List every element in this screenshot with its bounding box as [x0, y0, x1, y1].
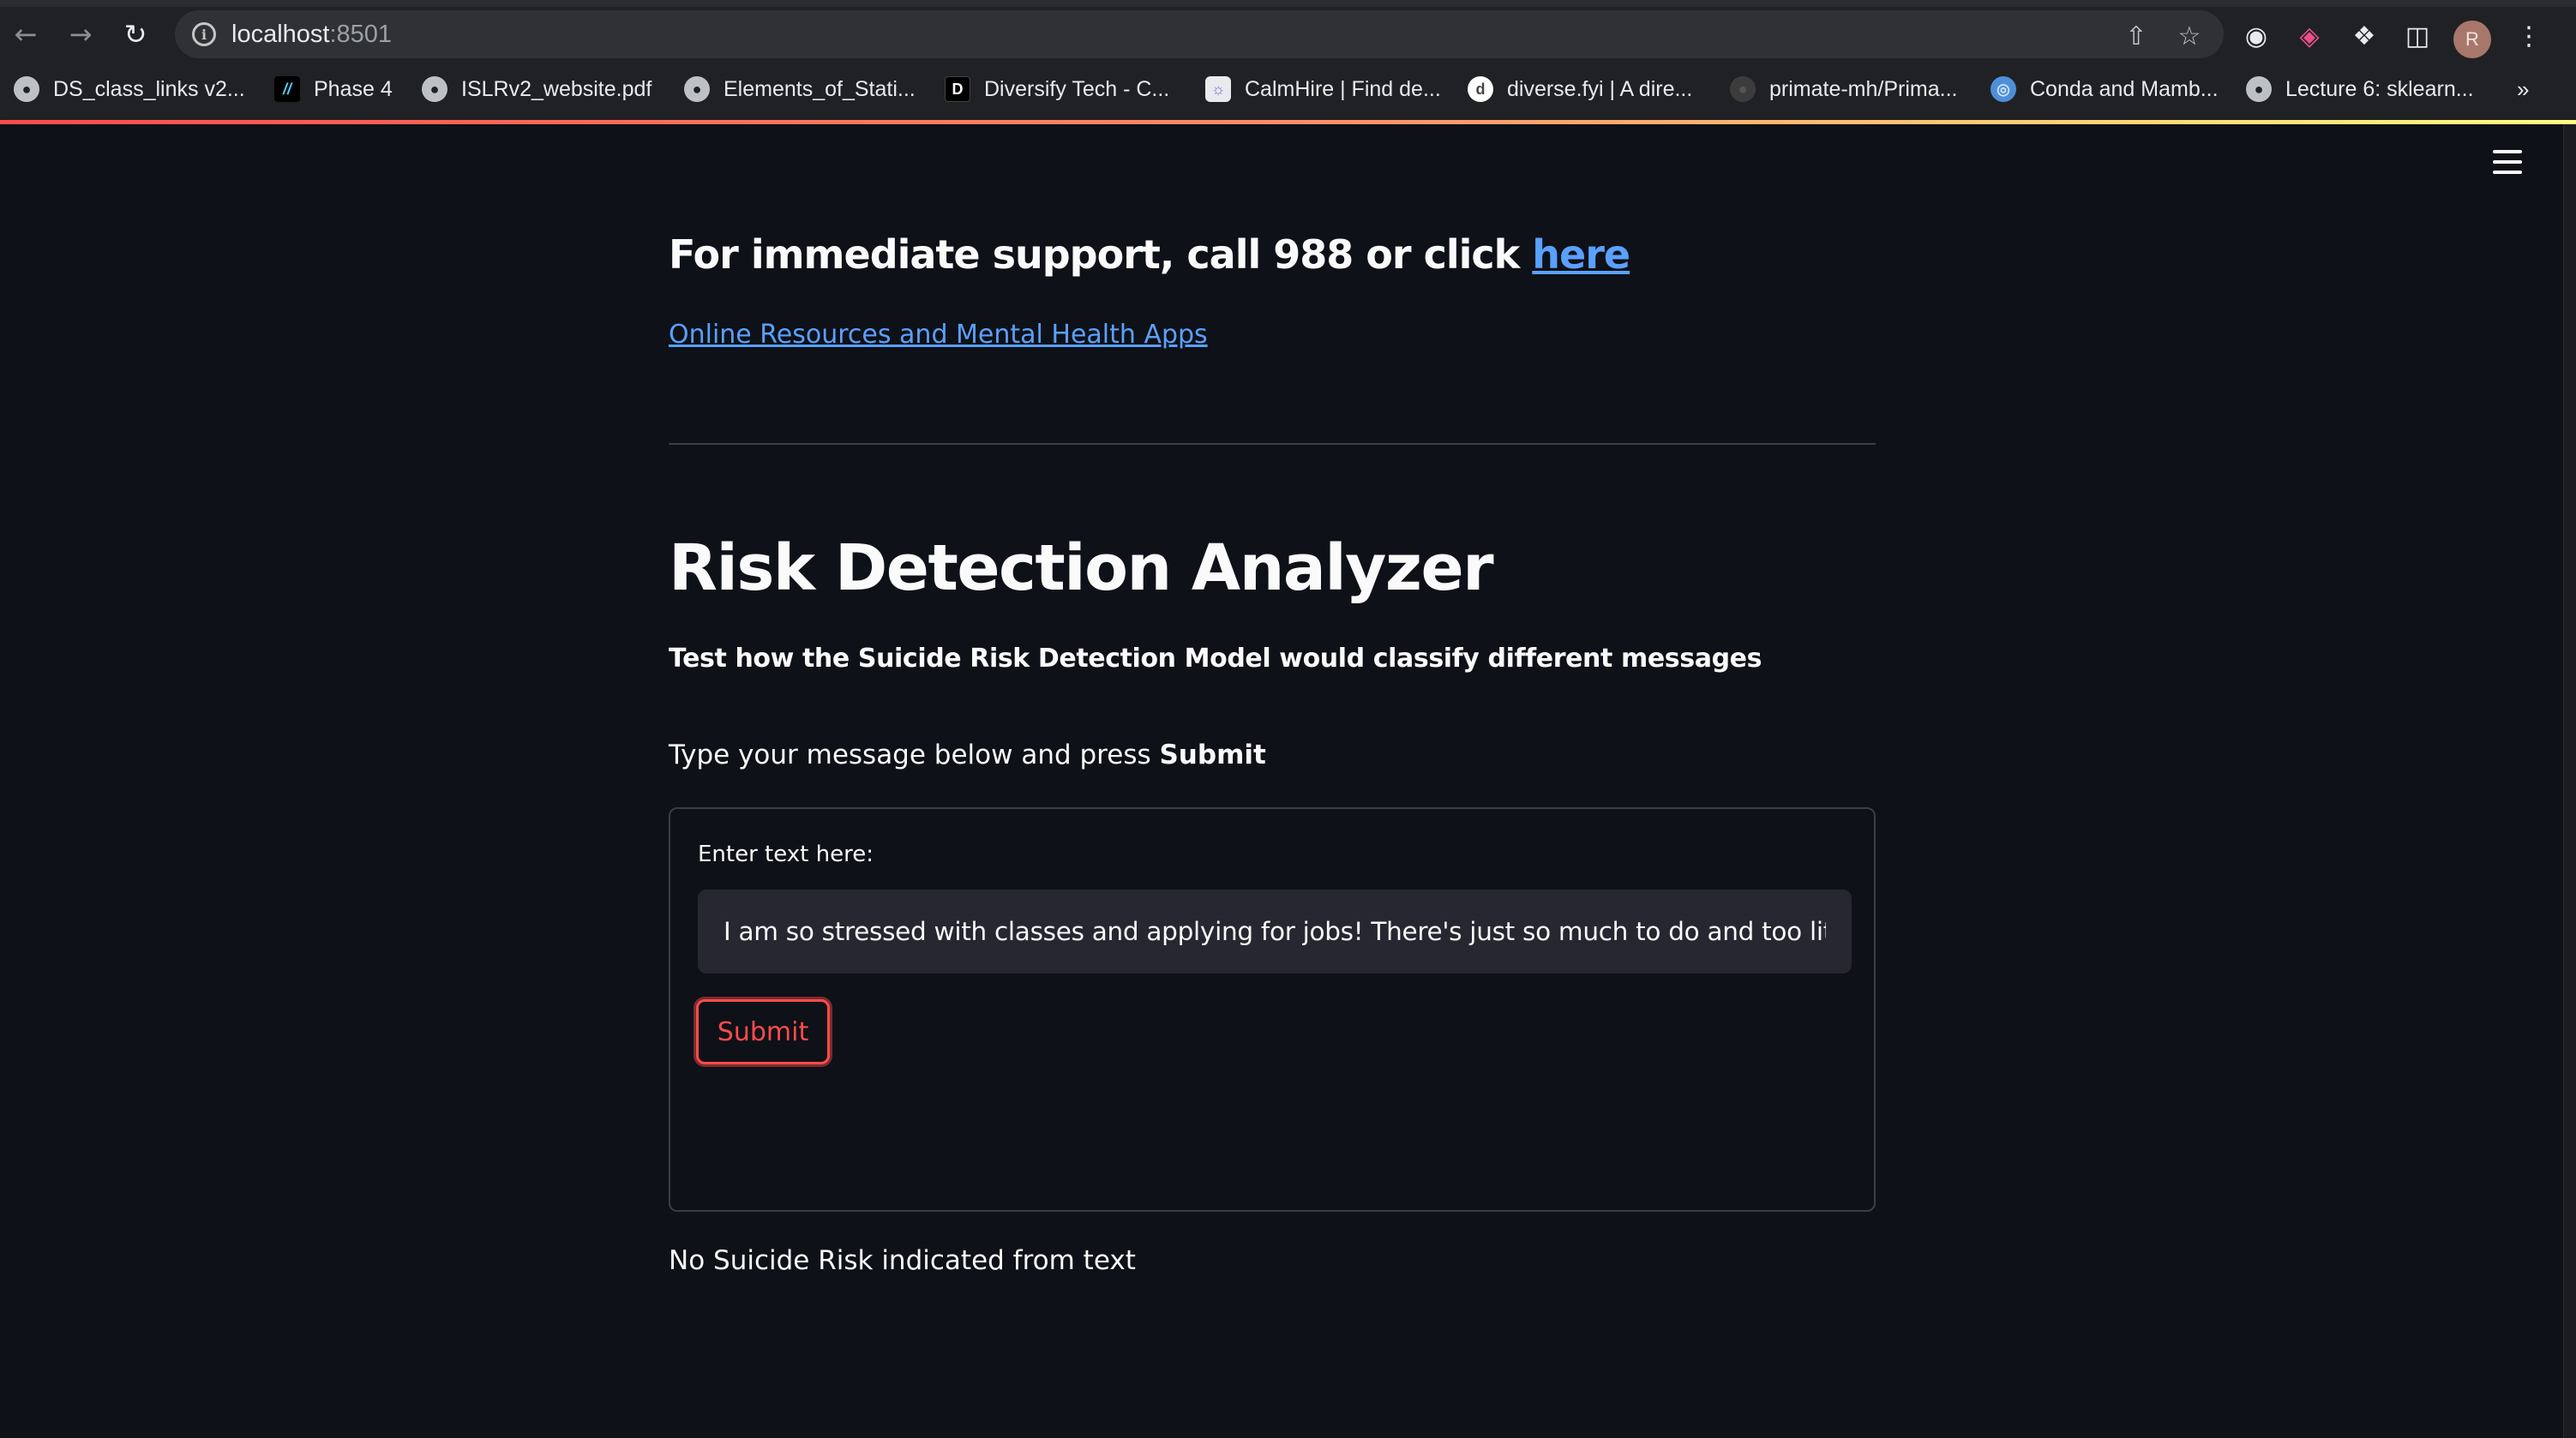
reload-icon[interactable]: ↻ [117, 15, 154, 53]
browser-menu-icon[interactable]: ⋮ [2512, 19, 2546, 53]
forward-icon[interactable]: → [62, 15, 99, 53]
instruction-text: Type your message below and press Submit [669, 740, 1266, 770]
profile-avatar[interactable]: R [2453, 21, 2491, 58]
input-label: Enter text here: [698, 842, 874, 867]
submit-button[interactable]: Submit [696, 999, 830, 1064]
resources-link[interactable]: Online Resources and Mental Health Apps [669, 320, 1208, 350]
bookmark-item[interactable]: ● primate-mh/Prima... [1730, 70, 1957, 108]
site-info-icon[interactable]: i [192, 22, 216, 46]
result-text: No Suicide Risk indicated from text [669, 1245, 1136, 1276]
url-host: localhost [231, 21, 330, 48]
bookmark-item[interactable]: ● Lecture 6: sklearn... [2246, 70, 2474, 108]
divider [669, 443, 1876, 445]
bookmark-label: Elements_of_Stati... [724, 76, 916, 101]
bookmark-item[interactable]: // Phase 4 [274, 70, 393, 108]
support-heading-text: For immediate support, call 988 or click [669, 231, 1533, 278]
bookmark-label: Conda and Mamb... [2030, 76, 2219, 101]
bookmark-item[interactable]: d diverse.fyi | A dire... [1468, 70, 1692, 108]
url-port: :8501 [329, 21, 393, 48]
bookmark-label: primate-mh/Prima... [1769, 76, 1958, 101]
back-icon[interactable]: ← [7, 15, 45, 53]
bookmarks-overflow-button[interactable]: » [2517, 70, 2529, 108]
extension-color-icon[interactable]: ◈ [2292, 19, 2327, 53]
bookmarks-bar: ● DS_class_links v2... // Phase 4 ● ISLR… [0, 70, 2576, 108]
bookmark-item[interactable]: ☼ CalmHire | Find de... [1205, 70, 1441, 108]
extensions-puzzle-icon[interactable]: ❖ [2347, 19, 2381, 53]
bookmark-item[interactable]: ● DS_class_links v2... [14, 70, 245, 108]
diverse-icon: d [1468, 76, 1493, 102]
letter-d-icon: D [945, 76, 970, 102]
support-heading: For immediate support, call 988 or click… [669, 231, 1630, 278]
bookmark-item[interactable]: D Diversify Tech - C... [945, 70, 1169, 108]
url-text[interactable]: localhost:8501 [231, 19, 392, 50]
page-subtitle: Test how the Suicide Risk Detection Mode… [669, 644, 1762, 674]
double-slash-icon: // [274, 76, 300, 102]
bookmark-label: ISLRv2_website.pdf [461, 76, 652, 101]
world-icon: ◎ [1991, 76, 2016, 102]
bookmark-label: DS_class_links v2... [53, 76, 245, 101]
globe-icon: ● [2246, 76, 2272, 102]
page-title: Risk Detection Analyzer [669, 531, 1494, 605]
share-icon[interactable]: ⇧ [2119, 19, 2153, 53]
bookmark-label: Phase 4 [314, 76, 393, 101]
globe-icon: ● [422, 76, 447, 102]
address-bar[interactable]: i localhost:8501 ⇧ ☆ [175, 10, 2224, 58]
hamburger-menu-icon[interactable] [2493, 150, 2522, 174]
support-here-link[interactable]: here [1532, 231, 1630, 278]
bookmark-star-icon[interactable]: ☆ [2172, 19, 2207, 53]
browser-chrome: ← → ↻ i localhost:8501 ⇧ ☆ ◉ ◈ ❖ ◫ R ⋮ ●… [0, 0, 2576, 124]
instruction-prefix: Type your message below and press [669, 740, 1160, 770]
bookmark-label: Lecture 6: sklearn... [2285, 76, 2474, 101]
browser-toolbar: ← → ↻ i localhost:8501 ⇧ ☆ ◉ ◈ ❖ ◫ R ⋮ [0, 7, 2576, 62]
bookmark-label: CalmHire | Find de... [1245, 76, 1441, 101]
bookmark-label: diverse.fyi | A dire... [1507, 76, 1693, 101]
instruction-bold: Submit [1159, 740, 1266, 770]
bookmark-item[interactable]: ● ISLRv2_website.pdf [422, 70, 652, 108]
github-icon: ● [1730, 76, 1756, 102]
tab-strip [0, 0, 2576, 7]
extension-g-icon[interactable]: ◉ [2239, 19, 2273, 53]
message-form: Enter text here: Submit [669, 807, 1876, 1212]
bookmark-label: Diversify Tech - C... [984, 76, 1170, 101]
globe-icon: ● [684, 76, 710, 102]
globe-icon: ● [14, 76, 39, 102]
side-panel-icon[interactable]: ◫ [2400, 19, 2435, 53]
bookmark-item[interactable]: ◎ Conda and Mamb... [1991, 70, 2219, 108]
calmhire-icon: ☼ [1205, 76, 1231, 102]
streamlit-app: For immediate support, call 988 or click… [0, 124, 2563, 1438]
message-input[interactable] [698, 890, 1852, 974]
bookmark-item[interactable]: ● Elements_of_Stati... [684, 70, 916, 108]
scrollbar[interactable] [2563, 124, 2576, 1438]
